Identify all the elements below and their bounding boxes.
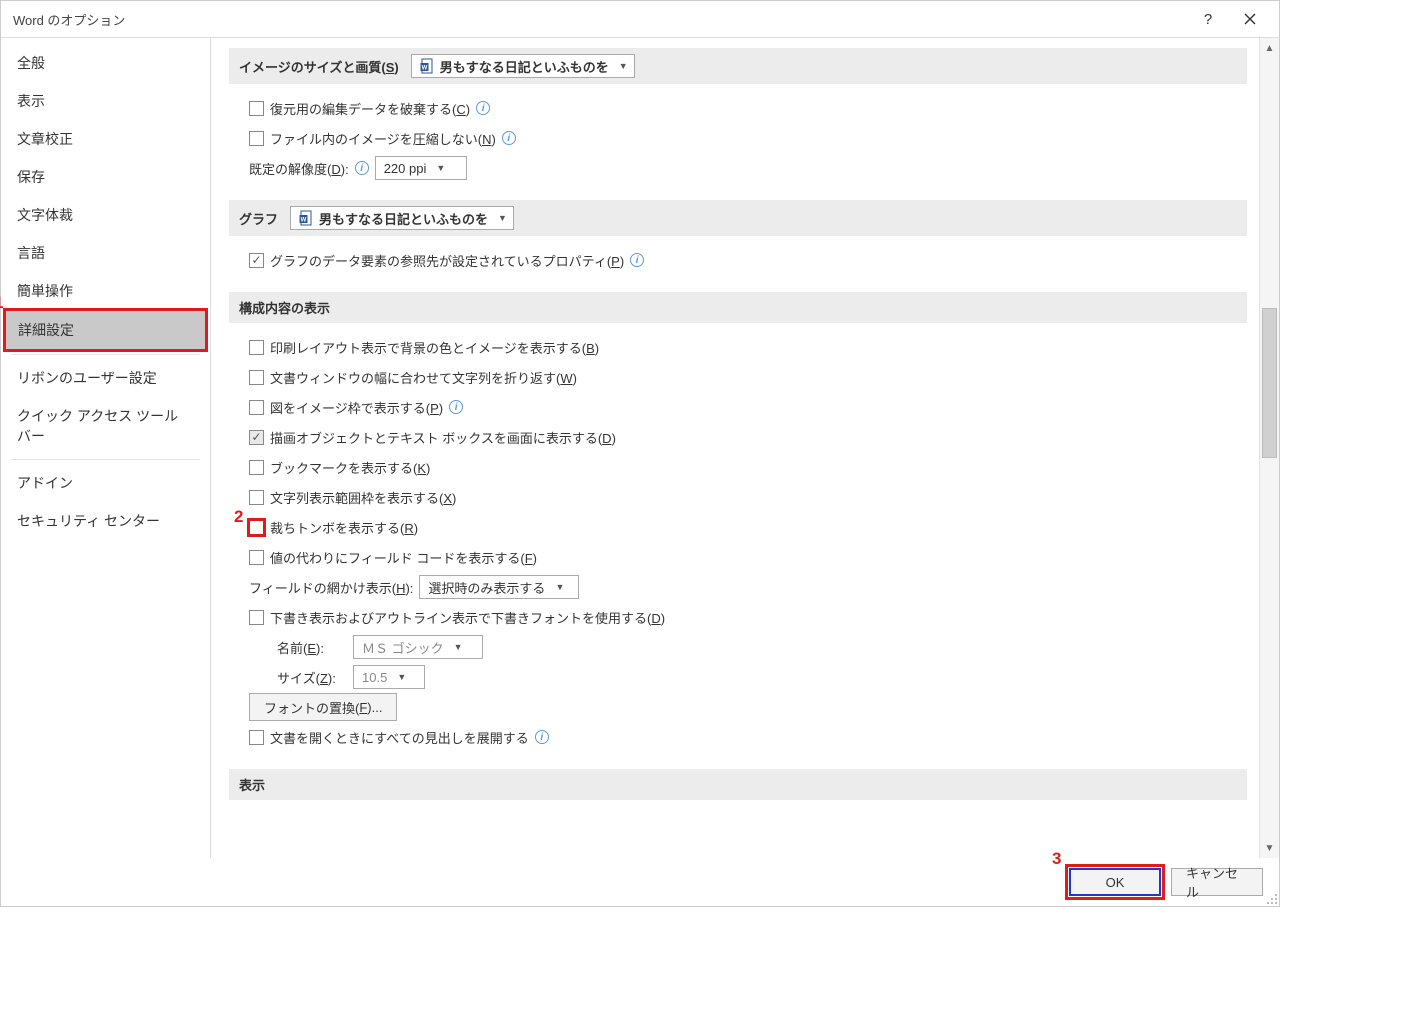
chevron-down-icon: ▼ xyxy=(397,672,406,682)
scroll-down-button[interactable]: ▼ xyxy=(1260,838,1279,858)
section-title-showcontent: 構成内容の表示 xyxy=(239,298,330,317)
wrap-text-label: 文書ウィンドウの幅に合わせて文字列を折り返す(W) xyxy=(270,368,577,387)
draft-font-size-value: 10.5 xyxy=(362,670,387,685)
ok-button[interactable]: OK xyxy=(1069,868,1161,896)
show-cropmarks-label: 裁ちトンボを表示する(R) xyxy=(270,518,418,537)
content-pane: イメージのサイズと画質(S) W 男もすなる日記といふものを ▼ 復 xyxy=(211,38,1259,858)
chevron-down-icon: ▼ xyxy=(454,642,463,652)
no-compress-checkbox[interactable] xyxy=(249,131,264,146)
draft-font-name-value: ＭＳ ゴシック xyxy=(362,638,444,657)
cancel-button[interactable]: キャンセル xyxy=(1171,868,1263,896)
sidebar-item-trust[interactable]: セキュリティ センター xyxy=(5,502,206,540)
default-resolution-label: 既定の解像度(D): xyxy=(249,159,349,178)
section-title-image: イメージのサイズと画質(S) xyxy=(239,57,399,76)
svg-text:W: W xyxy=(421,66,427,72)
chevron-down-icon: ▼ xyxy=(619,61,628,71)
section-header-image: イメージのサイズと画質(S) W 男もすなる日記といふものを ▼ xyxy=(229,48,1247,84)
sidebar-item-quickaccess[interactable]: クイック アクセス ツール バー xyxy=(5,397,206,455)
word-doc-icon: W xyxy=(420,58,436,74)
picture-placeholder-label: 図をイメージ枠で表示する(P) xyxy=(270,398,443,417)
show-drawings-label: 描画オブジェクトとテキスト ボックスを画面に表示する(D) xyxy=(270,428,616,447)
sidebar: 全般 表示 文章校正 保存 文字体裁 言語 簡単操作 詳細設定 リボンのユーザー… xyxy=(1,38,211,858)
sidebar-item-display[interactable]: 表示 xyxy=(5,82,206,120)
section-title-chart: グラフ xyxy=(239,209,278,228)
sidebar-item-save[interactable]: 保存 xyxy=(5,158,206,196)
draft-font-size-label: サイズ(Z): xyxy=(277,668,347,687)
section-header-display: 表示 xyxy=(229,769,1247,800)
close-button[interactable] xyxy=(1229,5,1271,33)
show-bookmarks-label: ブックマークを表示する(K) xyxy=(270,458,430,477)
info-icon[interactable]: i xyxy=(630,253,644,267)
show-bookmarks-checkbox[interactable] xyxy=(249,460,264,475)
info-icon[interactable]: i xyxy=(502,131,516,145)
sidebar-item-proofing[interactable]: 文章校正 xyxy=(5,120,206,158)
resize-grip[interactable] xyxy=(1265,892,1277,904)
vertical-scrollbar[interactable]: ▲ ▼ xyxy=(1259,38,1279,858)
show-textbounds-label: 文字列表示範囲枠を表示する(X) xyxy=(270,488,456,507)
draft-font-name-label: 名前(E): xyxy=(277,638,347,657)
wrap-text-checkbox[interactable] xyxy=(249,370,264,385)
chart-ref-checkbox[interactable] xyxy=(249,253,264,268)
discard-edit-data-label: 復元用の編集データを破棄する(C) xyxy=(270,99,470,118)
info-icon[interactable]: i xyxy=(449,400,463,414)
field-shading-value: 選択時のみ表示する xyxy=(428,578,545,597)
dialog-footer: OK キャンセル xyxy=(1,858,1279,906)
image-doc-dropdown[interactable]: W 男もすなる日記といふものを ▼ xyxy=(411,54,635,78)
section-header-showcontent: 構成内容の表示 xyxy=(229,292,1247,323)
sidebar-item-ease[interactable]: 簡単操作 xyxy=(5,272,206,310)
image-doc-value: 男もすなる日記といふものを xyxy=(440,57,609,76)
sidebar-item-ribbon[interactable]: リボンのユーザー設定 xyxy=(5,359,206,397)
chart-doc-value: 男もすなる日記といふものを xyxy=(319,209,488,228)
show-textbounds-checkbox[interactable] xyxy=(249,490,264,505)
info-icon[interactable]: i xyxy=(476,101,490,115)
default-resolution-value: 220 ppi xyxy=(384,161,427,176)
discard-edit-data-checkbox[interactable] xyxy=(249,101,264,116)
no-compress-label: ファイル内のイメージを圧縮しない(N) xyxy=(270,129,496,148)
section-header-chart: グラフ W 男もすなる日記といふものを ▼ xyxy=(229,200,1247,236)
sidebar-item-advanced[interactable]: 詳細設定 xyxy=(5,310,206,350)
field-shading-dropdown[interactable]: 選択時のみ表示する ▼ xyxy=(419,575,579,599)
show-fieldcodes-label: 値の代わりにフィールド コードを表示する(F) xyxy=(270,548,537,567)
expand-headings-checkbox[interactable] xyxy=(249,730,264,745)
chart-doc-dropdown[interactable]: W 男もすなる日記といふものを ▼ xyxy=(290,206,514,230)
svg-text:W: W xyxy=(301,218,307,224)
show-cropmarks-checkbox[interactable] xyxy=(249,520,264,535)
draft-font-label: 下書き表示およびアウトライン表示で下書きフォントを使用する(D) xyxy=(270,608,665,627)
chevron-down-icon: ▼ xyxy=(436,163,445,173)
word-doc-icon: W xyxy=(299,210,315,226)
scroll-thumb[interactable] xyxy=(1262,308,1277,458)
show-bg-label: 印刷レイアウト表示で背景の色とイメージを表示する(B) xyxy=(270,338,599,357)
sidebar-item-typography[interactable]: 文字体裁 xyxy=(5,196,206,234)
font-substitution-button[interactable]: フォントの置換(F)... xyxy=(249,693,397,721)
draft-font-name-dropdown[interactable]: ＭＳ ゴシック ▼ xyxy=(353,635,483,659)
scroll-up-button[interactable]: ▲ xyxy=(1260,38,1279,58)
sidebar-divider xyxy=(11,354,200,355)
draft-font-checkbox[interactable] xyxy=(249,610,264,625)
field-shading-label: フィールドの網かけ表示(H): xyxy=(249,578,413,597)
sidebar-divider xyxy=(11,459,200,460)
options-dialog: Word のオプション ? 全般 表示 文章校正 保存 文字体裁 言語 簡単操作… xyxy=(0,0,1280,907)
chevron-down-icon: ▼ xyxy=(555,582,564,592)
show-fieldcodes-checkbox[interactable] xyxy=(249,550,264,565)
show-bg-checkbox[interactable] xyxy=(249,340,264,355)
draft-font-size-dropdown[interactable]: 10.5 ▼ xyxy=(353,665,425,689)
help-button[interactable]: ? xyxy=(1187,5,1229,33)
picture-placeholder-checkbox[interactable] xyxy=(249,400,264,415)
sidebar-item-language[interactable]: 言語 xyxy=(5,234,206,272)
section-title-display: 表示 xyxy=(239,775,265,794)
show-drawings-checkbox[interactable] xyxy=(249,430,264,445)
window-title: Word のオプション xyxy=(13,10,1187,29)
info-icon[interactable]: i xyxy=(355,161,369,175)
titlebar: Word のオプション ? xyxy=(1,1,1279,37)
sidebar-item-general[interactable]: 全般 xyxy=(5,44,206,82)
info-icon[interactable]: i xyxy=(535,730,549,744)
chart-ref-label: グラフのデータ要素の参照先が設定されているプロパティ(P) xyxy=(270,251,624,270)
sidebar-item-addins[interactable]: アドイン xyxy=(5,464,206,502)
expand-headings-label: 文書を開くときにすべての見出しを展開する xyxy=(270,728,529,747)
close-icon xyxy=(1244,13,1256,25)
chevron-down-icon: ▼ xyxy=(498,213,507,223)
default-resolution-dropdown[interactable]: 220 ppi ▼ xyxy=(375,156,467,180)
